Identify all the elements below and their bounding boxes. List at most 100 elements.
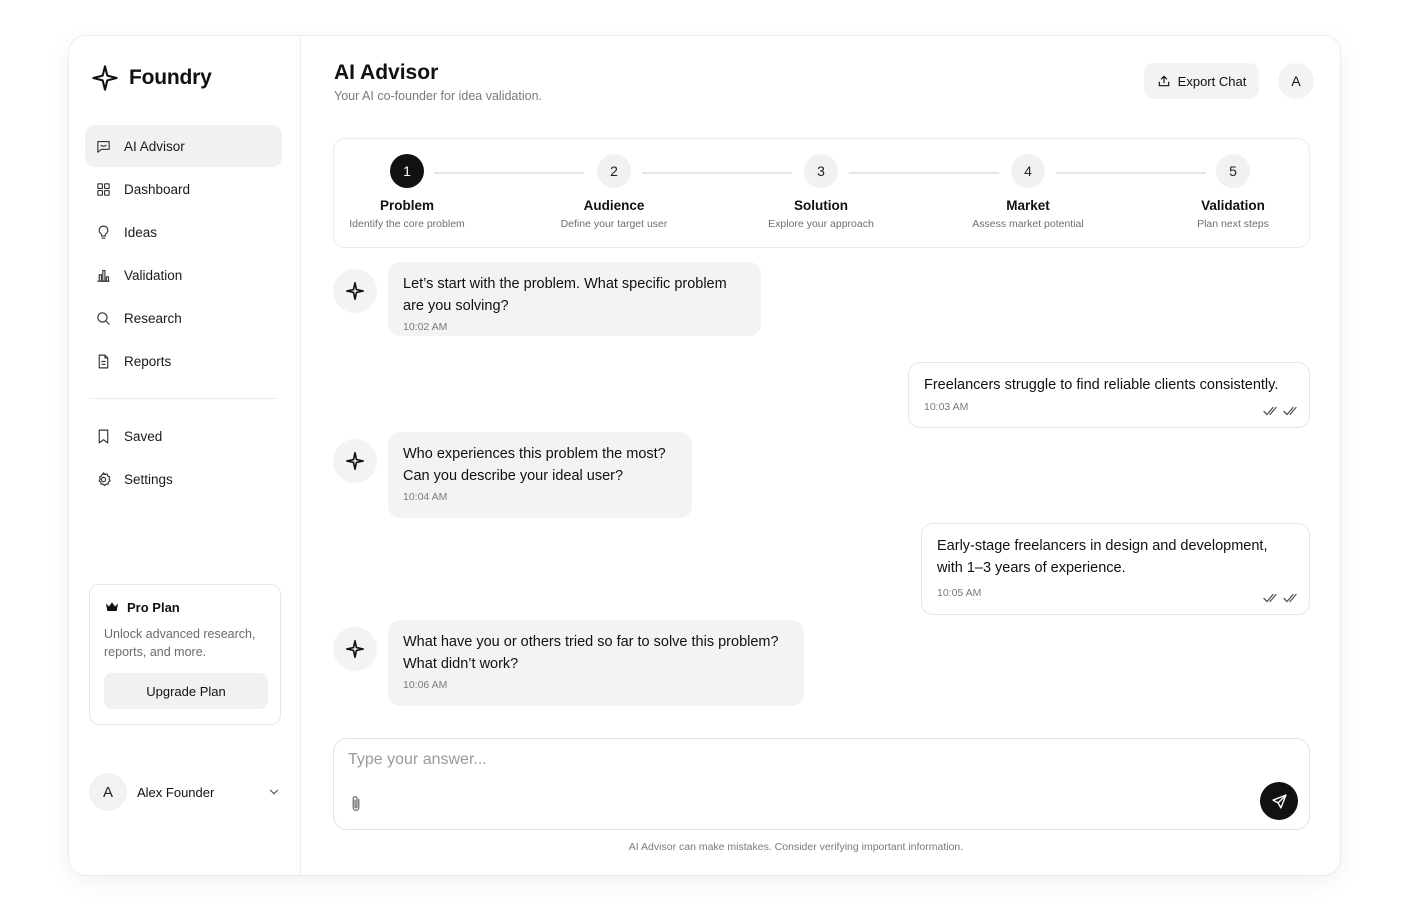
message-text: Freelancers struggle to find reliable cl… — [924, 377, 1279, 393]
pro-plan-description: Unlock advanced research, reports, and m… — [104, 627, 256, 659]
progress-stepper: 1 Problem Identify the core problem 2 Au… — [333, 138, 1310, 248]
step-solution[interactable]: 3 Solution Explore your approach — [746, 154, 896, 230]
grid-icon — [97, 182, 110, 196]
user-name: Alex Founder — [137, 784, 215, 800]
step-problem[interactable]: 1 Problem Identify the core problem — [332, 154, 482, 230]
page-title: AI Advisor — [334, 61, 439, 84]
double-check-icon — [1283, 406, 1297, 416]
app-window: Foundry AI Advisor Dashboard Ideas Valid… — [68, 35, 1341, 876]
send-icon — [1271, 793, 1287, 809]
read-receipt — [1263, 592, 1301, 604]
disclaimer: AI Advisor can make mistakes. Consider v… — [628, 841, 964, 853]
message-text: Early-stage freelancers in design and de… — [937, 538, 1268, 576]
ai-avatar — [333, 627, 377, 671]
ai-avatar — [333, 439, 377, 483]
message-time: 10:03 AM — [924, 400, 969, 413]
lightbulb-icon — [98, 225, 109, 239]
send-button[interactable] — [1260, 782, 1298, 820]
document-icon — [98, 354, 109, 368]
step-title: Audience — [583, 198, 645, 213]
sidebar-item-dashboard[interactable]: Dashboard — [85, 168, 282, 210]
sidebar-item-validation[interactable]: Validation — [85, 254, 282, 296]
sidebar-divider — [89, 398, 278, 399]
sidebar-item-label: Saved — [124, 428, 163, 444]
crown-icon — [106, 602, 118, 611]
sidebar-item-saved[interactable]: Saved — [85, 415, 282, 457]
step-description: Explore your approach — [768, 218, 874, 230]
step-number: 2 — [597, 154, 631, 188]
message-text: Let’s start with the problem. What speci… — [403, 276, 727, 314]
ai-message: Let’s start with the problem. What speci… — [388, 262, 761, 336]
step-title: Solution — [794, 198, 848, 213]
brand[interactable]: Foundry — [91, 64, 212, 92]
gear-icon — [98, 471, 111, 486]
message-composer — [333, 738, 1310, 830]
step-number: 4 — [1011, 154, 1045, 188]
user-message: Freelancers struggle to find reliable cl… — [908, 362, 1310, 428]
step-description: Define your target user — [560, 218, 668, 230]
search-icon — [97, 311, 110, 325]
step-title: Problem — [379, 198, 434, 213]
paperclip-icon[interactable] — [348, 794, 364, 814]
user-message: Early-stage freelancers in design and de… — [921, 523, 1310, 615]
sidebar-item-research[interactable]: Research — [85, 297, 282, 339]
upload-icon — [1158, 75, 1169, 87]
pro-plan-title: Pro Plan — [127, 599, 180, 615]
sidebar-item-label: Validation — [124, 267, 183, 283]
step-market[interactable]: 4 Market Assess market potential — [953, 154, 1103, 230]
sidebar-item-ideas[interactable]: Ideas — [85, 211, 282, 253]
export-chat-button[interactable]: Export Chat — [1144, 63, 1259, 99]
step-number: 5 — [1216, 154, 1250, 188]
ai-avatar — [333, 269, 377, 313]
message-time: 10:06 AM — [403, 679, 448, 691]
pro-plan-header: Pro Plan — [104, 599, 266, 615]
sparkle-icon — [345, 451, 365, 471]
message-time: 10:05 AM — [937, 587, 982, 599]
sidebar-item-label: Research — [124, 310, 182, 326]
read-receipt — [1263, 405, 1301, 417]
message-text: Who experiences this problem the most? C… — [403, 446, 666, 484]
step-title: Market — [1006, 198, 1050, 213]
pro-plan-card: Pro Plan Unlock advanced research, repor… — [89, 584, 281, 725]
sidebar-item-reports[interactable]: Reports — [85, 340, 282, 382]
sidebar-item-label: Reports — [124, 353, 172, 369]
sidebar: Foundry AI Advisor Dashboard Ideas Valid… — [69, 36, 301, 875]
chat-icon — [97, 140, 110, 153]
sparkle-icon — [92, 65, 118, 91]
double-check-icon — [1263, 593, 1277, 603]
step-number: 1 — [390, 154, 424, 188]
avatar[interactable]: A — [1278, 63, 1314, 99]
sidebar-item-label: Dashboard — [124, 181, 191, 197]
sidebar-item-label: AI Advisor — [124, 138, 185, 154]
ai-message: Who experiences this problem the most? C… — [388, 432, 692, 518]
double-check-icon — [1263, 406, 1277, 416]
ai-message: What have you or others tried so far to … — [388, 620, 804, 706]
sidebar-item-settings[interactable]: Settings — [85, 458, 282, 500]
avatar: A — [89, 773, 127, 811]
message-time: 10:04 AM — [403, 491, 448, 503]
bar-chart-icon — [97, 269, 110, 282]
message-text: What have you or others tried so far to … — [403, 634, 779, 672]
message-time: 10:02 AM — [403, 321, 448, 333]
upgrade-plan-button[interactable]: Upgrade Plan — [104, 673, 268, 709]
sidebar-item-label: Ideas — [124, 224, 158, 240]
sparkle-icon — [345, 281, 365, 301]
step-description: Assess market potential — [972, 218, 1084, 230]
step-description: Identify the core problem — [349, 218, 465, 230]
step-validation[interactable]: 5 Validation Plan next steps — [1158, 154, 1308, 230]
step-audience[interactable]: 2 Audience Define your target user — [539, 154, 689, 230]
step-description: Plan next steps — [1197, 218, 1269, 230]
main-panel: AI Advisor Your AI co-founder for idea v… — [301, 36, 1340, 875]
user-menu[interactable]: A Alex Founder — [89, 772, 281, 812]
export-chat-label: Export Chat — [1177, 73, 1247, 89]
bookmark-icon — [98, 429, 109, 443]
chevron-down-icon — [269, 789, 279, 795]
answer-input[interactable] — [348, 751, 1228, 769]
sidebar-item-label: Settings — [124, 471, 173, 487]
step-title: Validation — [1201, 198, 1265, 213]
step-number: 3 — [804, 154, 838, 188]
sparkle-icon — [345, 639, 365, 659]
sidebar-item-ai-advisor[interactable]: AI Advisor — [85, 125, 282, 167]
double-check-icon — [1283, 593, 1297, 603]
brand-name: Foundry — [129, 66, 212, 89]
